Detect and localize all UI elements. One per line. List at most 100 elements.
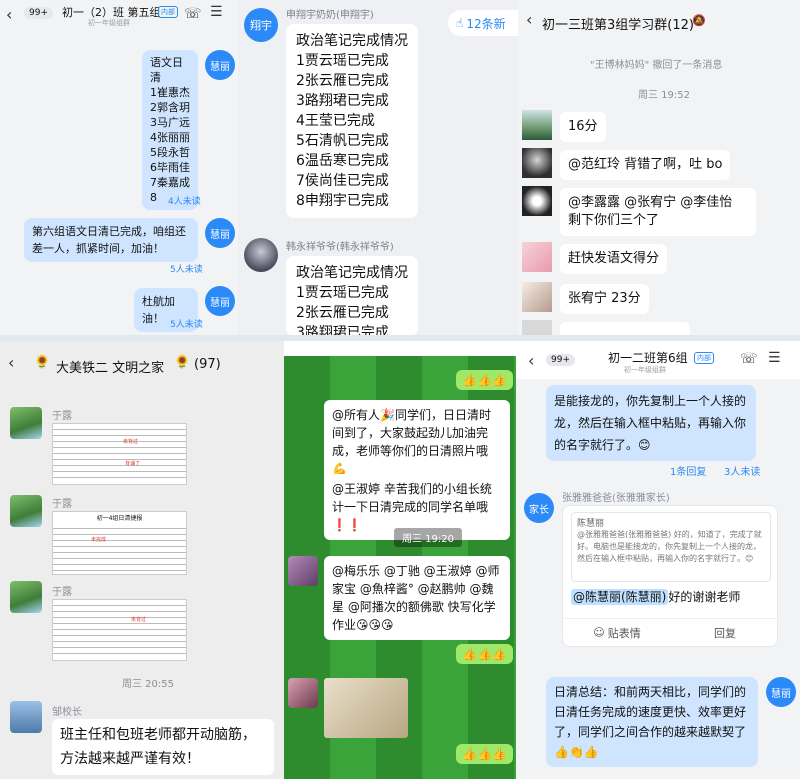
avatar-rose[interactable] [288,678,318,708]
message-bubble: 赶快发语文得分 [560,244,668,274]
header: ‹ 初一三班第3组学习群(12) 🔕 [518,0,800,40]
msg-line: 7秦嘉成 [150,176,190,189]
quote-text: @张雅雅爸爸(张雅雅爸爸) 好的，知道了，完成了就好。电脑也是能接龙的，你先复制… [577,530,762,563]
read-status[interactable]: 4人未读 [168,194,201,207]
report-table-image[interactable]: 初一4组日清捷报 未完成 [52,511,187,575]
msg-line: 4张丽丽 [150,131,190,144]
msg-line: 3马广远 [150,116,190,129]
avatar-xiangyu[interactable]: 翔宇 [244,8,278,42]
panel-group-chat-5: ‹ 99+ 初一（2）班 第五组 内部 初一年级组群 ☏ ☰ 语文日清 1崔惠杰… [0,0,238,335]
quote-name: 陈慧丽 [577,519,605,529]
message-bubble: @所有人🎉同学们，日日清时间到了，大家鼓起劲儿加油完成，老师等你们的日清照片哦💪 [324,400,510,484]
table-title: 初一4组日清捷报 [96,515,143,522]
message-bubble: 语文日清 1崔惠杰 2郭含玥 3马广远 4张丽丽 5段永哲 6毕雨佳 7秦嘉成 … [142,50,198,210]
avatar-yulu[interactable] [10,407,42,439]
message-bubble: 第六组语文日清已完成，咱组还差一人，抓紧时间，加油！ [24,218,198,262]
read-status[interactable]: 5人未读 [170,317,203,330]
new-messages-badge[interactable]: ☝ 12条新 [448,10,518,36]
table-note: 未完成 [91,537,107,543]
avatar[interactable]: 慧丽 [205,50,235,80]
message-bubble: @李露露 @张宥宁 @李佳怡 剩下你们三个了 [560,188,756,236]
message-bubble: 政治笔记完成情况 1贾云瑶已完成 2张云雁已完成 3路翔珺已完成 [286,256,418,335]
msg-line: 语文日清 [150,56,183,84]
msg-line: 1贾云瑶已完成 [296,285,389,301]
sunflower-icon: 🌻 [174,355,191,370]
avatar-girl[interactable] [522,148,552,178]
sender-name: 于露 [52,499,72,510]
message-bubble: 16分 [560,112,606,142]
member-count: (97) [194,357,221,372]
msg-line: 3路翔珺已完成 [296,325,389,335]
hand-icon: ☝ [456,16,464,30]
chat-subtitle: 初一年级组群 [88,19,130,27]
recall-notice: "王博林妈妈" 撤回了一条消息 [590,60,723,71]
message-bubble: 日清总结：和前两天相比，同学们的日清任务完成的速度更快、效率更好了，同学们之间合… [546,677,758,767]
avatar-lake[interactable] [522,110,552,140]
back-arrow-icon[interactable]: ‹ [8,353,14,372]
read-status[interactable]: 5人未读 [170,262,203,275]
thumbs-bubble: 👍👍👍 [456,644,513,664]
phone-icon[interactable]: ☏ [740,351,758,367]
msg-line: 6毕雨佳 [150,161,190,174]
avatar-grandpa[interactable] [244,238,278,272]
message-bubble: 政治笔记完成情况 1贾云瑶已完成 2张云雁已完成 3路翔珺已完成 4王莹已完成 … [286,24,418,218]
sender-name: 于露 [52,411,72,422]
avatar-anime[interactable] [522,282,552,312]
sender-name: 于露 [52,587,72,598]
message-bubble: 张宥宁 23分 [560,284,649,314]
avatar[interactable]: 慧丽 [205,286,235,316]
bubble-partial [560,322,690,335]
back-arrow-icon[interactable]: ‹ [528,351,534,370]
avatar-pink[interactable] [522,242,552,272]
phone-icon[interactable]: ☏ [184,6,202,22]
sticker-button[interactable]: ☺ 贴表情 [563,619,671,646]
read-status[interactable]: 3人未读 [724,463,760,478]
msg-line: 2张云雁已完成 [296,305,389,321]
msg-line: 3路翔珺已完成 [296,93,389,109]
new-count: 12条新 [466,16,506,31]
card-actions: ☺ 贴表情 回复 [563,618,779,646]
message-bubble: 是能接龙的，你先复制上一个人接的龙，然后在输入框中粘贴，再输入你的名字就行了。😊 [546,385,756,461]
avatar-partial [522,320,552,335]
internal-tag: 内部 [158,6,178,18]
avatar-yulu[interactable] [10,495,42,527]
msg-line: 4王莹已完成 [296,113,375,129]
avatar-flowers[interactable] [522,186,552,216]
sender-name: 韩永祥爷爷(韩永祥爷爷) [286,242,394,253]
panel-family-group: ‹ 🌻 大美铁二 文明之家 🌻 (97) 于露 未背过 背诵了 于露 初一4组日… [0,341,284,779]
header: ‹ 99+ 初一（2）班 第五组 内部 初一年级组群 ☏ ☰ [0,0,238,30]
table-note: 背诵了 [125,461,141,467]
group-title: 大美铁二 文明之家 [56,361,165,376]
chat-title: 初一二班第6组 [608,351,688,365]
msg-line: 2郭含玥 [150,101,190,114]
msg-line: 1贾云瑶已完成 [296,53,389,69]
score-table-image[interactable]: 未背过 背诵了 [52,423,187,485]
sender-name: 邹校长 [52,707,82,718]
msg-line: 1崔惠杰 [150,86,190,99]
reply-count[interactable]: 1条回复 [670,463,706,478]
menu-icon[interactable]: ☰ [768,350,781,366]
back-arrow-icon[interactable]: ‹ [526,10,532,29]
header: ‹ 🌻 大美铁二 文明之家 🌻 (97) [0,341,284,383]
avatar[interactable]: 慧丽 [766,677,796,707]
avatar-yulu[interactable] [10,581,42,613]
menu-icon[interactable]: ☰ [210,4,223,20]
avatar-parent[interactable]: 家长 [524,493,554,523]
avatar[interactable]: 慧丽 [205,218,235,248]
homework-photo[interactable] [324,678,408,738]
msg-line: 5石清帆已完成 [296,133,389,149]
unread-badge: 99+ [546,354,575,366]
mute-icon: 🔕 [692,14,706,27]
task-table-image[interactable]: 未背过 [52,599,187,661]
time-divider: 周三 19:20 [394,528,462,547]
time-divider: 周三 20:55 [122,679,174,690]
reply-button[interactable]: 回复 [671,619,779,646]
avatar-flower[interactable] [288,556,318,586]
mention-chip[interactable]: @陈慧丽(陈慧丽) [571,589,669,605]
msg-line: 政治笔记完成情况 [296,33,408,49]
back-arrow-icon[interactable]: ‹ [6,5,12,24]
emoji-icon: ☺ [593,626,605,639]
sender-name: 申翔宇奶奶(申翔宇) [286,10,374,21]
avatar-principal[interactable] [10,701,42,733]
msg-line: 8申翔宇已完成 [296,193,389,209]
